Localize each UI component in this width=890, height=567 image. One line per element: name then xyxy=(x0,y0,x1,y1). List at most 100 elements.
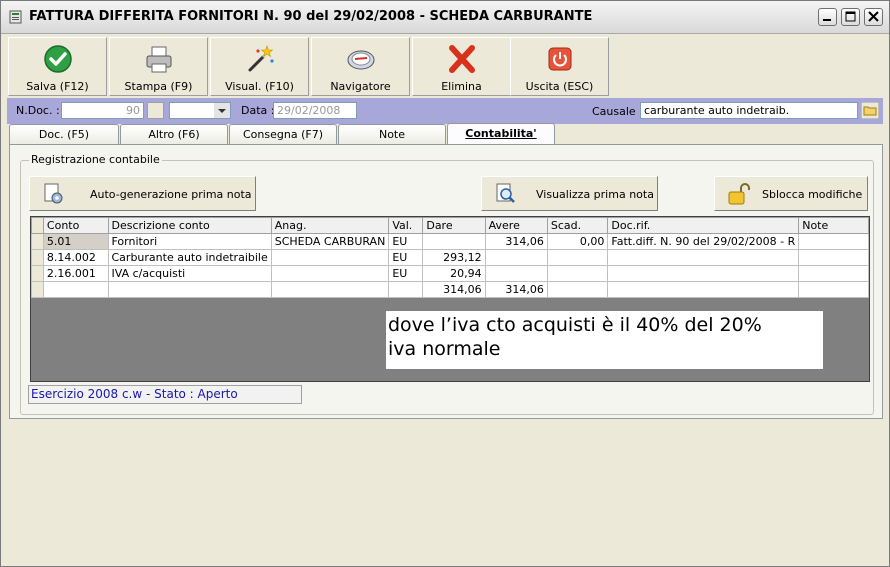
table-cell[interactable]: EU xyxy=(388,233,424,250)
totals-row: 314,06 314,06 xyxy=(31,281,869,298)
table-cell[interactable] xyxy=(270,249,390,266)
table-cell[interactable]: Fornitori xyxy=(107,233,272,250)
accounting-group: Registrazione contabile Auto-generazione… xyxy=(20,153,874,415)
print-button[interactable]: Stampa (F9) xyxy=(109,37,208,96)
document-header-bar: N.Doc. : 90 Data : 29/02/2008 Causale : … xyxy=(7,98,883,124)
window-title: FATTURA DIFFERITA FORNITORI N. 90 del 29… xyxy=(29,9,593,24)
causale-label: Causale : xyxy=(592,105,643,118)
annotation-line-2: iva normale xyxy=(388,338,501,360)
table-cell[interactable]: Carburante auto indetraibile xyxy=(107,249,272,266)
table-cell[interactable] xyxy=(798,249,869,266)
date-input[interactable]: 29/02/2008 xyxy=(273,102,357,119)
view-entry-button[interactable]: Visualizza prima nota xyxy=(481,176,658,211)
group-title: Registrazione contabile xyxy=(29,153,162,166)
column-header[interactable]: Dare xyxy=(422,217,486,234)
main-window: FATTURA DIFFERITA FORNITORI N. 90 del 29… xyxy=(0,0,890,567)
table-cell[interactable]: 8.14.002 xyxy=(42,249,109,266)
table-cell xyxy=(607,281,800,298)
table-cell xyxy=(388,281,424,298)
magic-wand-icon xyxy=(248,45,274,72)
tab-note[interactable]: Note xyxy=(338,124,446,144)
column-header[interactable]: Doc.rif. xyxy=(607,217,800,234)
table-cell[interactable]: 5.01 xyxy=(42,233,109,250)
accounting-panel: Registrazione contabile Auto-generazione… xyxy=(9,144,883,419)
table-cell[interactable] xyxy=(546,249,609,266)
tab-doc[interactable]: Doc. (F5) xyxy=(9,124,119,144)
unlock-button[interactable]: Sblocca modifiche xyxy=(714,176,868,211)
table-cell[interactable]: SCHEDA CARBURAN xyxy=(270,233,390,250)
table-cell[interactable] xyxy=(270,265,390,282)
row-selector[interactable] xyxy=(31,249,44,266)
visual-button[interactable]: Visual. (F10) xyxy=(210,37,309,96)
tab-contabilita[interactable]: Contabilita' xyxy=(447,123,555,145)
ndoc-label: N.Doc. : xyxy=(16,104,60,117)
exit-button[interactable]: Uscita (ESC) xyxy=(510,37,609,96)
annotation-note: dove l’iva cto acquisti è il 40% del 20%… xyxy=(386,311,823,369)
save-label: Salva (F12) xyxy=(26,80,89,93)
total-avere: 314,06 xyxy=(484,281,548,298)
autogen-button[interactable]: Auto-generazione prima nota xyxy=(29,176,256,211)
table-cell[interactable] xyxy=(546,265,609,282)
table-cell[interactable]: 293,12 xyxy=(422,249,486,266)
column-header[interactable]: Conto xyxy=(42,217,109,234)
unlock-icon xyxy=(728,183,750,205)
minimize-button[interactable] xyxy=(818,8,837,26)
column-header[interactable]: Val. xyxy=(388,217,424,234)
table-cell[interactable] xyxy=(798,233,869,250)
table-cell[interactable] xyxy=(607,249,800,266)
chevron-down-icon xyxy=(214,103,230,118)
table-cell[interactable] xyxy=(798,265,869,282)
table-cell[interactable]: 0,00 xyxy=(546,233,609,250)
table-row[interactable]: 2.16.001 IVA c/acquisti EU 20,94 xyxy=(31,265,869,282)
tab-consegna[interactable]: Consegna (F7) xyxy=(229,124,337,144)
maximize-button[interactable] xyxy=(841,8,860,26)
table-cell[interactable]: IVA c/acquisti xyxy=(107,265,272,282)
navigator-label: Navigatore xyxy=(330,80,391,93)
table-cell[interactable]: 314,06 xyxy=(484,233,548,250)
table-cell[interactable]: 2.16.001 xyxy=(42,265,109,282)
ndoc-spacer-box xyxy=(147,102,164,119)
table-cell[interactable] xyxy=(607,265,800,282)
save-button[interactable]: Salva (F12) xyxy=(8,37,107,96)
table-cell[interactable] xyxy=(484,249,548,266)
checkmark-icon xyxy=(43,45,72,73)
table-cell xyxy=(270,281,390,298)
table-row[interactable]: 8.14.002 Carburante auto indetraibile EU… xyxy=(31,249,869,266)
close-icon xyxy=(868,11,879,22)
delete-label: Elimina xyxy=(441,80,482,93)
series-select[interactable] xyxy=(169,102,231,119)
tab-altro[interactable]: Altro (F6) xyxy=(120,124,228,144)
autogen-label: Auto-generazione prima nota xyxy=(90,188,252,201)
column-header[interactable]: Note xyxy=(798,217,869,234)
row-selector[interactable] xyxy=(31,281,44,298)
table-cell[interactable]: EU xyxy=(388,249,424,266)
row-selector[interactable] xyxy=(31,233,44,250)
column-header[interactable]: Scad. xyxy=(546,217,609,234)
maximize-icon xyxy=(845,11,856,22)
column-header[interactable]: Anag. xyxy=(270,217,390,234)
close-button[interactable] xyxy=(864,8,883,26)
causale-input[interactable]: carburante auto indetraib. xyxy=(640,102,858,119)
table-cell xyxy=(546,281,609,298)
table-cell[interactable]: EU xyxy=(388,265,424,282)
row-selector[interactable] xyxy=(31,265,44,282)
table-cell[interactable] xyxy=(484,265,548,282)
table-cell xyxy=(42,281,109,298)
date-label: Data : xyxy=(241,104,275,117)
table-cell[interactable]: 20,94 xyxy=(422,265,486,282)
title-bar: FATTURA DIFFERITA FORNITORI N. 90 del 29… xyxy=(1,1,889,34)
navigator-button[interactable]: Navigatore xyxy=(311,37,410,96)
column-header[interactable]: Avere xyxy=(484,217,548,234)
table-row[interactable]: 5.01 Fornitori SCHEDA CARBURAN EU 314,06… xyxy=(31,233,869,250)
accounting-table: Conto Descrizione conto Anag. Val. Dare … xyxy=(31,217,869,298)
folder-icon[interactable] xyxy=(861,102,879,119)
unlock-label: Sblocca modifiche xyxy=(762,188,863,201)
gear-document-icon xyxy=(44,183,63,204)
column-header[interactable]: Descrizione conto xyxy=(107,217,272,234)
table-header-row: Conto Descrizione conto Anag. Val. Dare … xyxy=(31,217,869,234)
delete-button[interactable]: Elimina xyxy=(412,37,511,96)
exit-label: Uscita (ESC) xyxy=(525,80,594,93)
ndoc-input[interactable]: 90 xyxy=(61,102,144,119)
table-cell[interactable] xyxy=(422,233,486,250)
table-cell[interactable]: Fatt.diff. N. 90 del 29/02/2008 - R xyxy=(607,233,800,250)
